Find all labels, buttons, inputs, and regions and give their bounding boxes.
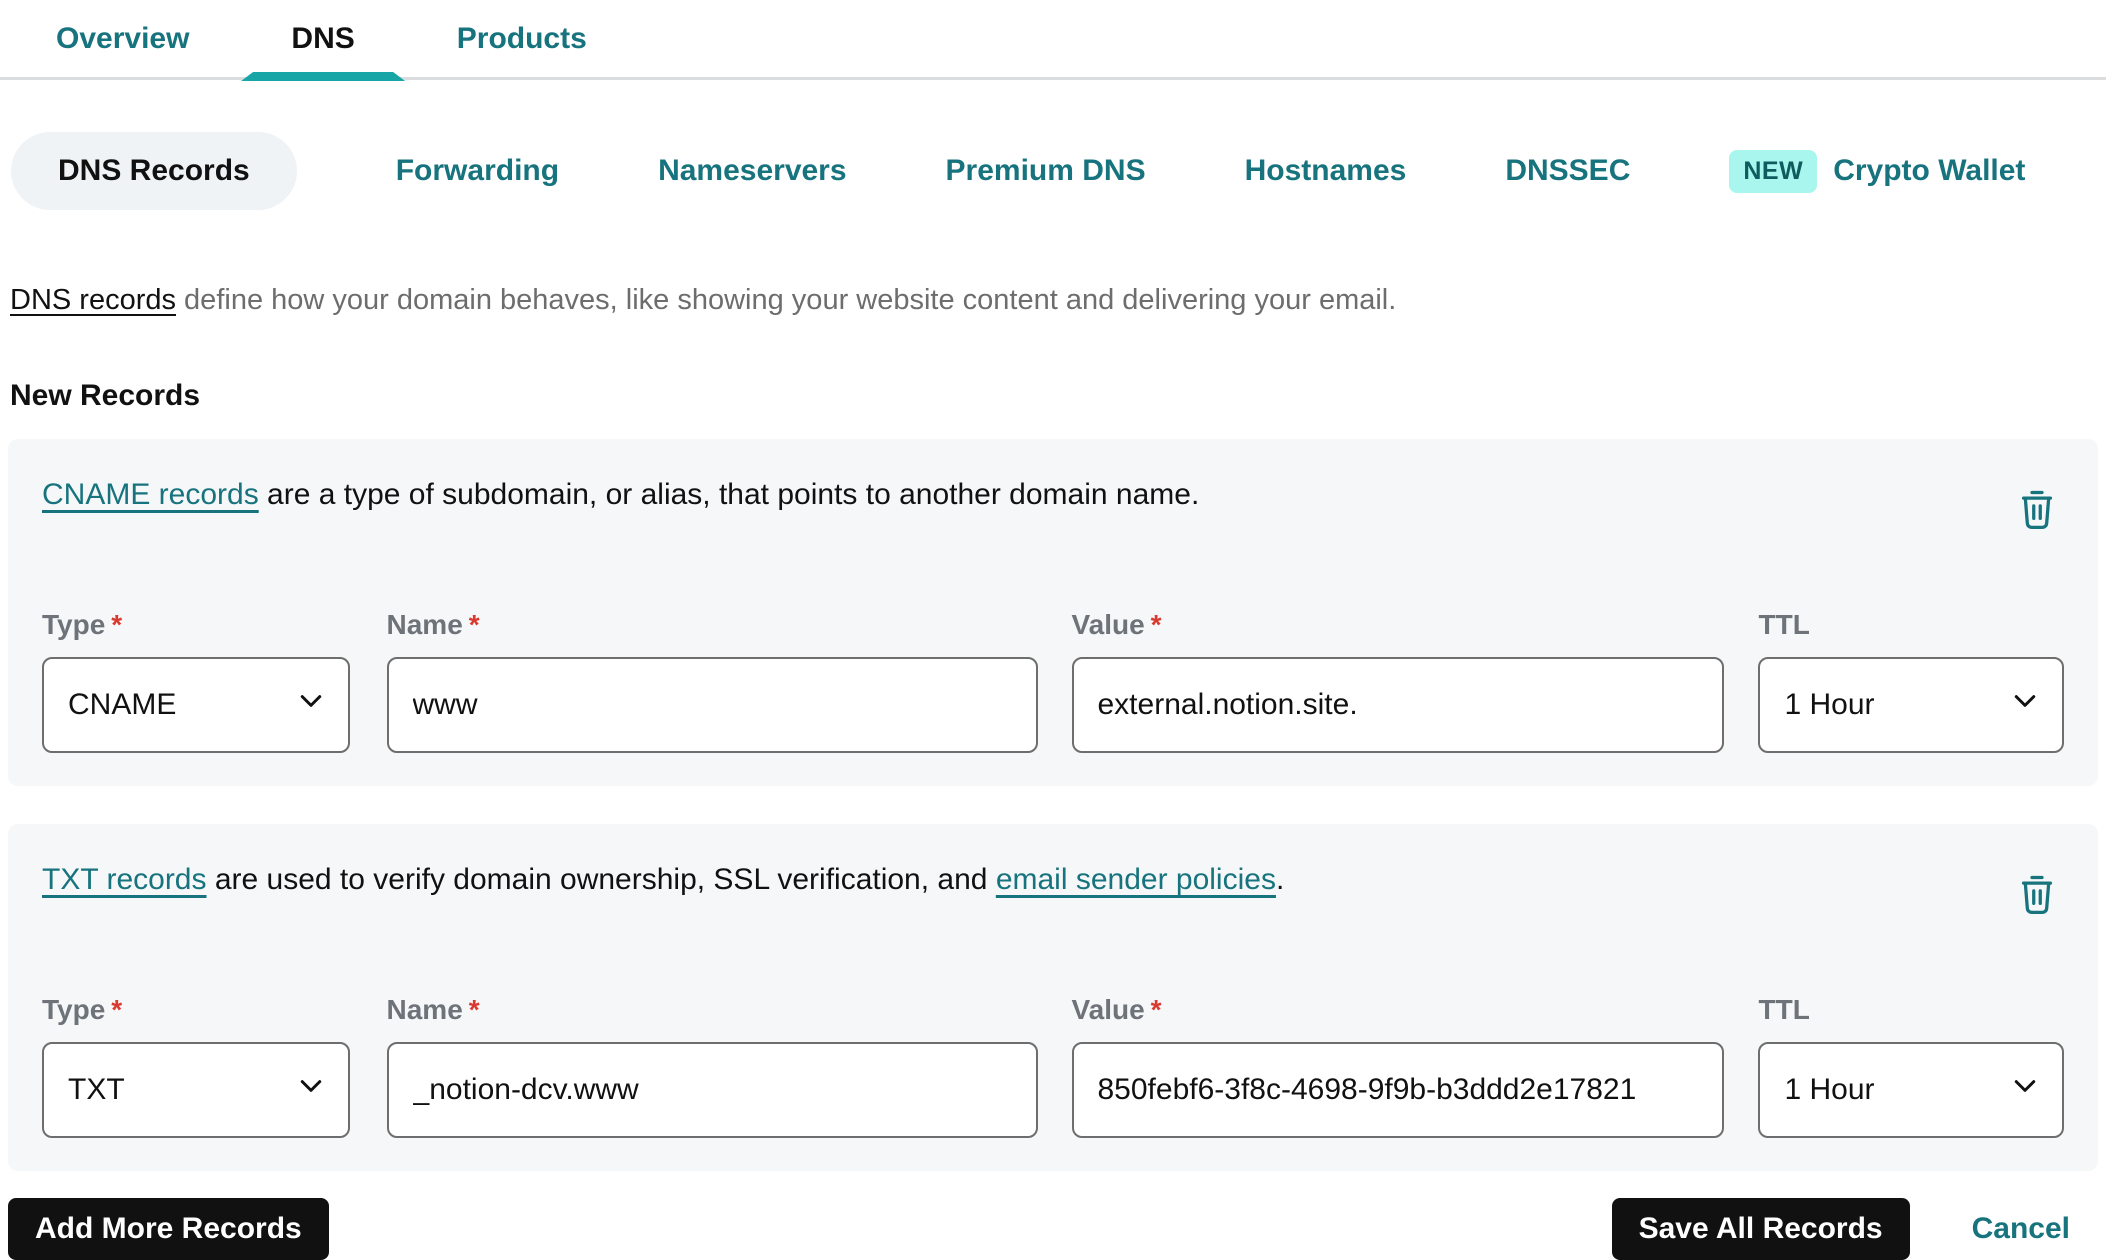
chevron-down-icon (296, 686, 326, 724)
record-intro: CNAME records are a type of subdomain, o… (42, 478, 1200, 511)
type-select-value: TXT (68, 1073, 125, 1106)
trash-icon (2014, 870, 2060, 918)
top-tab-bar: Overview DNS Products (0, 0, 2106, 80)
delete-record-button[interactable] (2010, 481, 2064, 537)
ttl-select-value: 1 Hour (1784, 688, 1875, 721)
chevron-down-icon (2010, 686, 2040, 724)
name-label: Name * (386, 994, 480, 1025)
tab-overview[interactable]: Overview (56, 0, 189, 77)
required-marker: * (1150, 994, 1162, 1025)
footer-actions: Add More Records Save All Records Cancel (8, 1198, 2098, 1260)
type-select[interactable]: TXT (42, 1042, 350, 1138)
type-select[interactable]: CNAME (42, 657, 350, 753)
subnav-item-premium-dns[interactable]: Premium DNS (946, 154, 1146, 188)
required-marker: * (111, 994, 123, 1025)
ttl-select[interactable]: 1 Hour (1758, 1042, 2064, 1138)
cancel-link[interactable]: Cancel (1972, 1212, 2070, 1246)
add-more-records-button[interactable]: Add More Records (8, 1198, 329, 1260)
section-title-new-records: New Records (10, 379, 201, 412)
name-label: Name * (386, 609, 480, 640)
value-label: Value * (1071, 994, 1162, 1025)
subnav-item-dnssec[interactable]: DNSSEC (1505, 154, 1630, 188)
required-marker: * (468, 609, 480, 640)
tab-products[interactable]: Products (457, 0, 587, 77)
page-description: DNS records define how your domain behav… (10, 284, 2106, 317)
record-card-cname: CNAME records are a type of subdomain, o… (8, 439, 2098, 786)
dns-sub-nav: DNS Records Forwarding Nameservers Premi… (0, 132, 2106, 210)
ttl-select-value: 1 Hour (1784, 1073, 1875, 1106)
delete-record-button[interactable] (2010, 866, 2064, 922)
name-input[interactable] (386, 657, 1038, 753)
dns-records-help-link[interactable]: DNS records (10, 284, 176, 316)
subnav-item-hostnames[interactable]: Hostnames (1245, 154, 1407, 188)
ttl-label: TTL (1758, 994, 1810, 1025)
intro-link2[interactable]: email sender policies (996, 863, 1276, 896)
type-label: Type * (42, 609, 123, 640)
intro-link[interactable]: TXT records (42, 863, 207, 896)
page-description-text: define how your domain behaves, like sho… (176, 284, 1397, 316)
subnav-item-nameservers[interactable]: Nameservers (658, 154, 846, 188)
subnav-item-dns-records[interactable]: DNS Records (11, 132, 297, 210)
new-badge: NEW (1729, 149, 1818, 193)
record-intro: TXT records are used to verify domain ow… (42, 863, 1285, 896)
ttl-select[interactable]: 1 Hour (1758, 657, 2064, 753)
required-marker: * (111, 609, 123, 640)
required-marker: * (468, 994, 480, 1025)
type-select-value: CNAME (68, 688, 177, 721)
subnav-item-crypto-wallet-label: Crypto Wallet (1833, 154, 2026, 187)
record-card-txt: TXT records are used to verify domain ow… (8, 824, 2098, 1171)
trash-icon (2014, 485, 2060, 533)
value-input[interactable] (1071, 657, 1725, 753)
chevron-down-icon (296, 1071, 326, 1109)
ttl-label: TTL (1758, 609, 1810, 640)
value-input[interactable] (1071, 1042, 1725, 1138)
save-all-records-button[interactable]: Save All Records (1611, 1198, 1910, 1260)
value-label: Value * (1071, 609, 1162, 640)
name-input[interactable] (386, 1042, 1038, 1138)
chevron-down-icon (2010, 1071, 2040, 1109)
intro-link[interactable]: CNAME records (42, 478, 259, 511)
tab-dns[interactable]: DNS (291, 0, 354, 77)
subnav-item-crypto-wallet[interactable]: NEW Crypto Wallet (1729, 149, 2026, 193)
required-marker: * (1150, 609, 1162, 640)
type-label: Type * (42, 994, 123, 1025)
subnav-item-forwarding[interactable]: Forwarding (396, 154, 559, 188)
